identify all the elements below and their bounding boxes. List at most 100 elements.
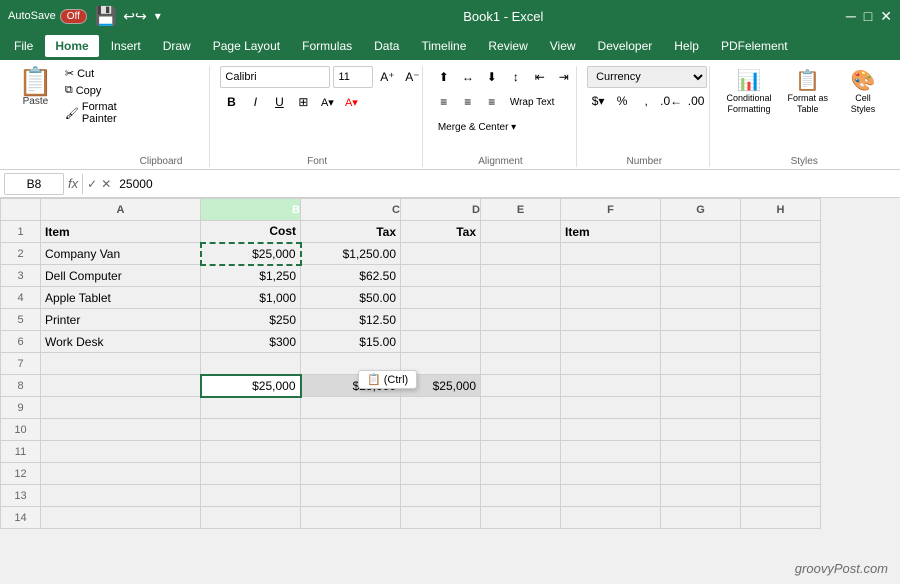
menu-developer[interactable]: Developer [588,35,663,57]
cell[interactable] [401,485,481,507]
row-number-14[interactable]: 14 [1,507,41,529]
cell[interactable] [561,397,661,419]
cell[interactable] [301,397,401,419]
row-number-1[interactable]: 1 [1,221,41,243]
cell[interactable] [201,507,301,529]
cell[interactable] [561,287,661,309]
col-header-A[interactable]: A [41,199,201,221]
redo-icon[interactable]: ↪ [135,8,147,25]
minimize-icon[interactable]: ─ [846,8,856,25]
cell[interactable] [661,353,741,375]
cell[interactable]: Item [41,221,201,243]
row-number-7[interactable]: 7 [1,353,41,375]
cell[interactable] [561,463,661,485]
cell[interactable] [661,419,741,441]
formula-cancel-icon[interactable]: ✕ [101,177,111,191]
cell[interactable] [661,243,741,265]
cell[interactable] [481,331,561,353]
undo-icon[interactable]: ↩ [123,8,135,25]
cell[interactable] [741,265,821,287]
number-format-select[interactable]: Currency General Number Percentage Date [587,66,707,88]
cell[interactable] [201,485,301,507]
cell[interactable] [301,419,401,441]
cell-reference-input[interactable] [4,173,64,195]
align-top-button[interactable]: ⬆ [433,66,455,88]
close-icon[interactable]: ✕ [880,8,892,25]
decimal-decrease-button[interactable]: .00 [685,90,707,112]
formula-check-icon[interactable]: ✓ [87,177,97,191]
text-direction-button[interactable]: ↕ [505,66,527,88]
conditional-formatting-button[interactable]: 📊 ConditionalFormatting [720,66,777,117]
cell[interactable] [661,221,741,243]
dollar-button[interactable]: $▾ [587,90,609,112]
cell[interactable] [201,419,301,441]
font-name-input[interactable] [220,66,330,88]
cell[interactable] [201,463,301,485]
align-middle-button[interactable]: ↔ [457,66,479,88]
cell[interactable]: $15.00 [301,331,401,353]
cell[interactable] [741,397,821,419]
align-bottom-button[interactable]: ⬇ [481,66,503,88]
cell[interactable] [481,265,561,287]
row-number-8[interactable]: 8 [1,375,41,397]
cut-button[interactable]: ✂ Cut [61,66,121,81]
cell[interactable] [741,419,821,441]
cell[interactable]: Cost [201,221,301,243]
row-number-3[interactable]: 3 [1,265,41,287]
cell[interactable] [41,375,201,397]
cell[interactable] [301,441,401,463]
cell[interactable] [41,507,201,529]
cell[interactable] [661,463,741,485]
cell[interactable] [661,441,741,463]
cell[interactable]: Tax [401,221,481,243]
cell[interactable] [301,507,401,529]
cell[interactable] [741,375,821,397]
cell[interactable] [401,463,481,485]
cell[interactable] [481,485,561,507]
align-left-button[interactable]: ≡ [433,91,455,113]
cell[interactable] [741,243,821,265]
cell[interactable] [661,331,741,353]
copy-button[interactable]: ⧉ Copy [61,83,121,98]
cell[interactable] [741,485,821,507]
cell[interactable] [561,441,661,463]
merge-center-button[interactable]: Merge & Center ▾ [433,116,521,138]
cell[interactable] [481,287,561,309]
cell[interactable] [301,463,401,485]
paste-tooltip[interactable]: 📋 (Ctrl) [358,370,417,389]
col-header-D[interactable]: D [401,199,481,221]
italic-button[interactable]: I [244,91,266,113]
cell[interactable] [561,375,661,397]
cell[interactable] [661,507,741,529]
indent-decrease-button[interactable]: ⇤ [529,66,551,88]
menu-page-layout[interactable]: Page Layout [203,35,290,57]
menu-formulas[interactable]: Formulas [292,35,362,57]
cell[interactable] [401,419,481,441]
cell[interactable] [481,397,561,419]
cell[interactable] [741,221,821,243]
cell[interactable] [661,397,741,419]
cell[interactable] [741,331,821,353]
cell[interactable] [661,287,741,309]
font-size-input[interactable] [333,66,373,88]
cell[interactable] [481,221,561,243]
cell[interactable]: $25,000 [201,243,301,265]
cell[interactable]: Dell Computer [41,265,201,287]
cell[interactable]: Apple Tablet [41,287,201,309]
cell[interactable]: $300 [201,331,301,353]
cell[interactable]: $50.00 [301,287,401,309]
cell[interactable] [481,419,561,441]
cell[interactable]: $12.50 [301,309,401,331]
menu-data[interactable]: Data [364,35,409,57]
cell[interactable] [201,353,301,375]
cell[interactable] [661,485,741,507]
cell[interactable] [481,507,561,529]
row-number-10[interactable]: 10 [1,419,41,441]
cell[interactable] [41,353,201,375]
cell[interactable] [41,397,201,419]
row-number-9[interactable]: 9 [1,397,41,419]
cell[interactable]: $1,250 [201,265,301,287]
autosave-toggle[interactable]: Off [60,9,87,24]
font-color-button[interactable]: A▾ [340,91,362,113]
menu-view[interactable]: View [540,35,586,57]
